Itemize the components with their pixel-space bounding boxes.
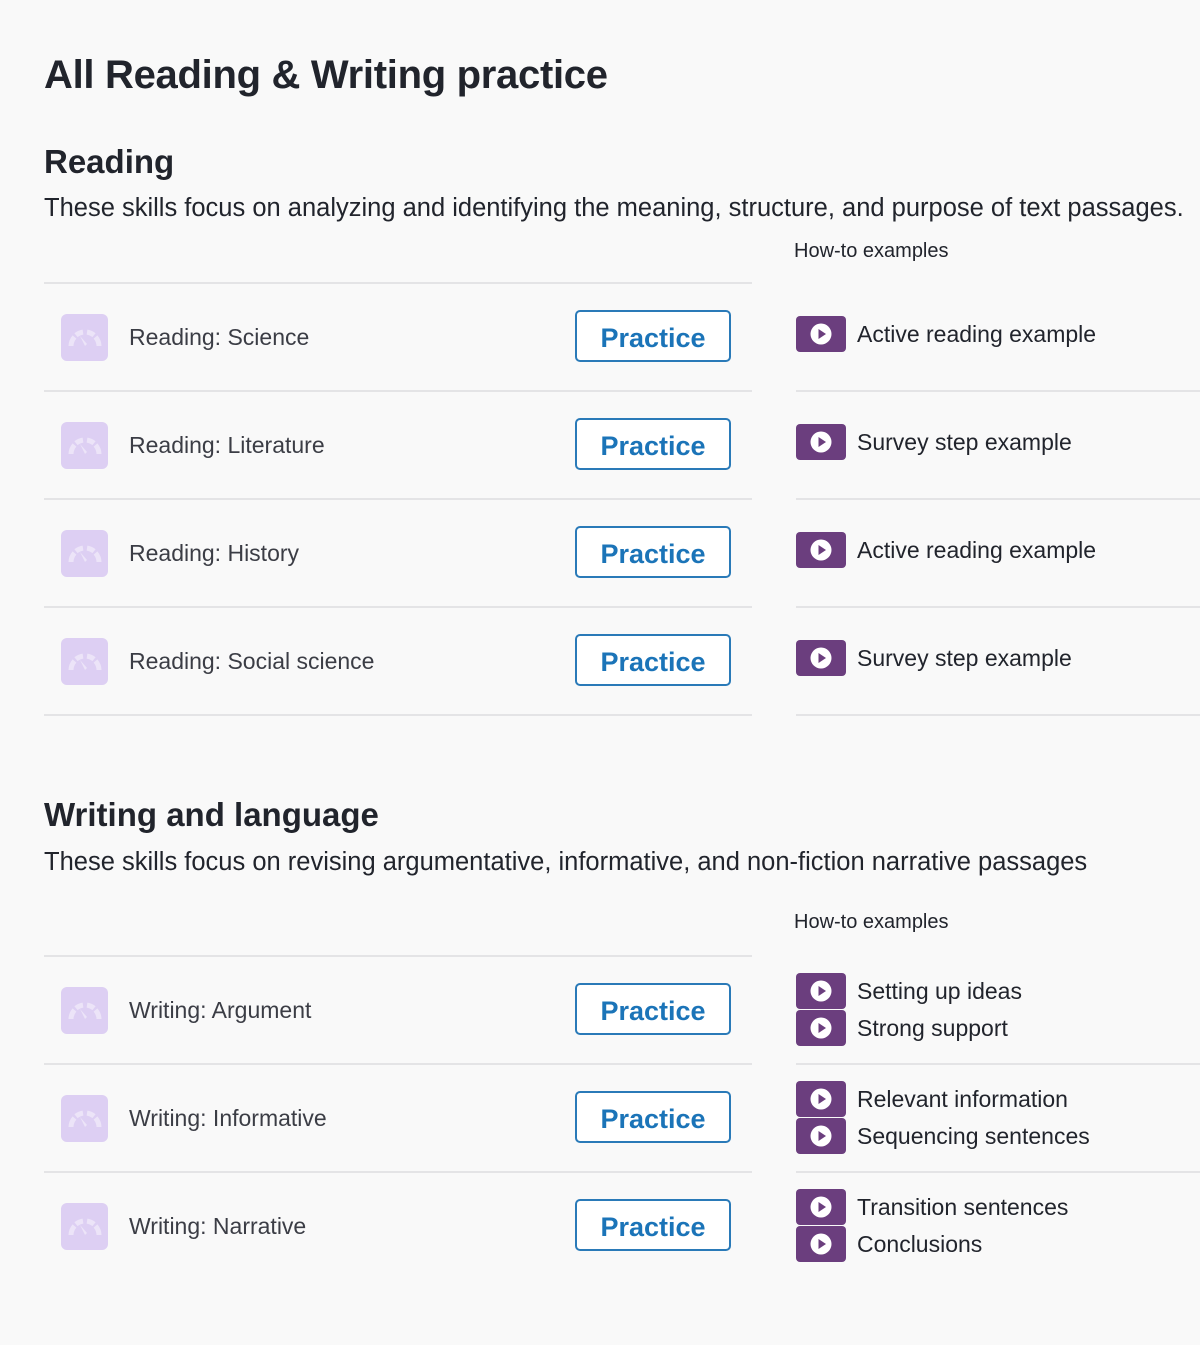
- skill-row: Writing: Informative Practice: [44, 1065, 752, 1173]
- skill-name[interactable]: Writing: Argument: [129, 957, 311, 1063]
- practice-button[interactable]: Practice: [575, 418, 731, 470]
- skill-row: Reading: Literature Practice: [44, 392, 752, 500]
- practice-button[interactable]: Practice: [575, 310, 731, 362]
- gauge-icon: [61, 638, 108, 685]
- howto-row: Active reading example: [796, 500, 1200, 608]
- howto-row: Survey step example: [796, 608, 1200, 716]
- skill-row: Writing: Narrative Practice: [44, 1173, 752, 1279]
- video-label: Relevant information: [857, 1085, 1068, 1112]
- gauge-icon: [61, 1095, 108, 1142]
- howto-list: Setting up ideas Strong support Relevant…: [796, 957, 1200, 1279]
- video-link[interactable]: Active reading example: [796, 532, 1096, 568]
- video-label: Survey step example: [857, 428, 1072, 455]
- section-description: These skills focus on analyzing and iden…: [44, 194, 1184, 222]
- play-icon: [796, 316, 846, 352]
- skill-name[interactable]: Writing: Narrative: [129, 1173, 306, 1279]
- video-link[interactable]: Survey step example: [796, 424, 1072, 460]
- video-label: Strong support: [857, 1014, 1008, 1041]
- video-link[interactable]: Survey step example: [796, 640, 1072, 676]
- video-label: Transition sentences: [857, 1193, 1069, 1220]
- play-icon: [796, 1118, 846, 1154]
- video-label: Conclusions: [857, 1230, 983, 1257]
- section-title: Writing and language: [44, 796, 379, 833]
- section-title: Reading: [44, 143, 175, 180]
- skill-row: Reading: Science Practice: [44, 284, 752, 392]
- skill-row: Reading: Social science Practice: [44, 608, 752, 716]
- howto-row: Relevant information Sequencing sentence…: [796, 1065, 1200, 1173]
- gauge-icon: [61, 422, 108, 469]
- video-link[interactable]: Setting up ideas: [796, 973, 1022, 1009]
- howto-row: Setting up ideas Strong support: [796, 957, 1200, 1065]
- howto-row: Survey step example: [796, 392, 1200, 500]
- practice-button[interactable]: Practice: [575, 1091, 731, 1143]
- video-link[interactable]: Strong support: [796, 1010, 1008, 1046]
- video-label: Active reading example: [857, 320, 1097, 347]
- skill-name[interactable]: Reading: Science: [129, 284, 309, 390]
- play-icon: [796, 973, 846, 1009]
- play-icon: [796, 1226, 846, 1262]
- play-icon: [796, 640, 846, 676]
- howto-header: How-to examples: [794, 911, 949, 933]
- skill-name[interactable]: Writing: Informative: [129, 1065, 327, 1171]
- howto-list: Active reading example Survey step examp…: [796, 284, 1200, 716]
- practice-button[interactable]: Practice: [575, 1199, 731, 1251]
- video-label: Setting up ideas: [857, 977, 1022, 1004]
- howto-row: Transition sentences Conclusions: [796, 1173, 1200, 1279]
- gauge-icon: [61, 987, 108, 1034]
- skill-row: Writing: Argument Practice: [44, 957, 752, 1065]
- skill-row: Reading: History Practice: [44, 500, 752, 608]
- video-label: Sequencing sentences: [857, 1122, 1090, 1149]
- practice-button[interactable]: Practice: [575, 526, 731, 578]
- video-label: Active reading example: [857, 536, 1097, 563]
- skill-name[interactable]: Reading: History: [129, 500, 299, 606]
- skill-name[interactable]: Reading: Literature: [129, 392, 325, 498]
- video-link[interactable]: Transition sentences: [796, 1189, 1068, 1225]
- video-link[interactable]: Sequencing sentences: [796, 1118, 1090, 1154]
- gauge-icon: [61, 314, 108, 361]
- video-label: Survey step example: [857, 644, 1072, 671]
- video-link[interactable]: Relevant information: [796, 1081, 1068, 1117]
- play-icon: [796, 1081, 846, 1117]
- skill-list: Reading: Science Practice Reading: Liter…: [44, 282, 752, 716]
- skill-name[interactable]: Reading: Social science: [129, 608, 374, 714]
- skill-list: Writing: Argument Practice Writing: Info…: [44, 955, 752, 1279]
- play-icon: [796, 424, 846, 460]
- video-link[interactable]: Conclusions: [796, 1226, 982, 1262]
- section-description: These skills focus on revising argumenta…: [44, 848, 1088, 876]
- page-title: All Reading & Writing practice: [44, 53, 608, 97]
- play-icon: [796, 1010, 846, 1046]
- gauge-icon: [61, 1203, 108, 1250]
- gauge-icon: [61, 530, 108, 577]
- howto-row: Active reading example: [796, 284, 1200, 392]
- practice-button[interactable]: Practice: [575, 634, 731, 686]
- play-icon: [796, 1189, 846, 1225]
- howto-header: How-to examples: [794, 240, 949, 262]
- play-icon: [796, 532, 846, 568]
- video-link[interactable]: Active reading example: [796, 316, 1096, 352]
- practice-button[interactable]: Practice: [575, 983, 731, 1035]
